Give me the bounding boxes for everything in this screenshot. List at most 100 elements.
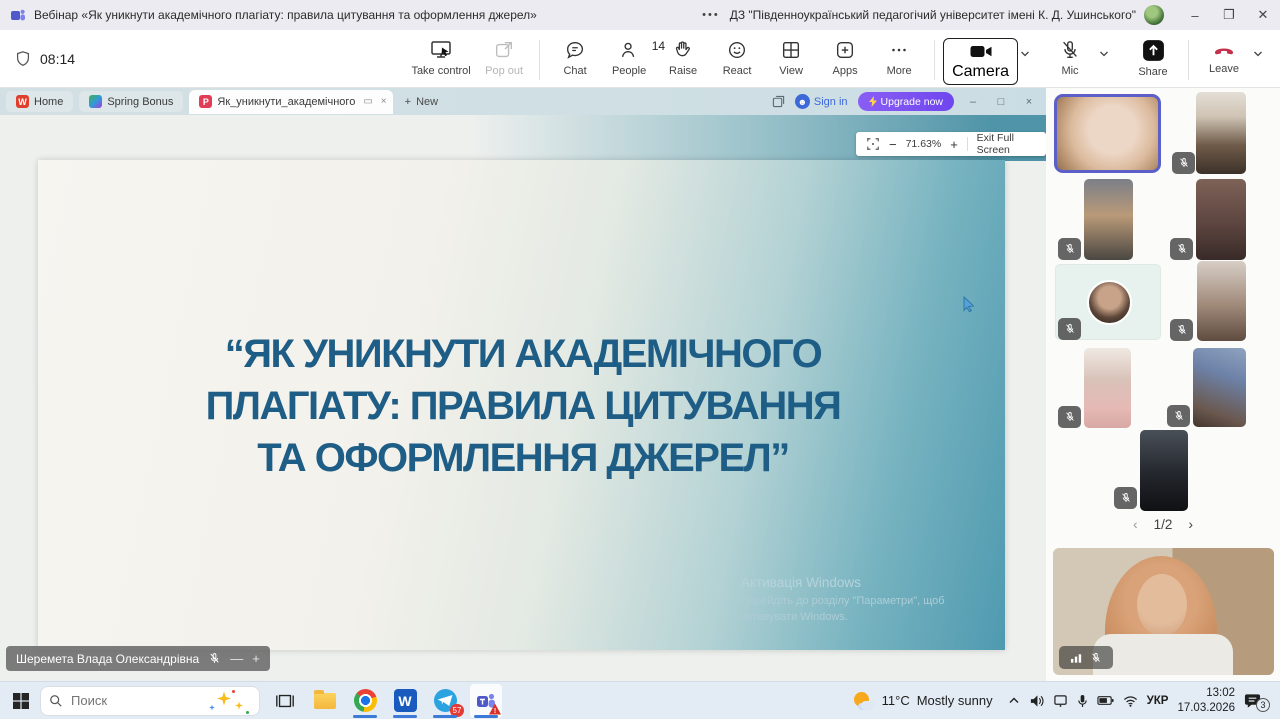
chat-button[interactable]: Chat	[548, 38, 602, 77]
participant-video[interactable]	[1084, 179, 1133, 260]
browser-close-icon[interactable]: ×	[1020, 96, 1038, 108]
windows-taskbar: W 57 ! 11°C Mostly sunny	[0, 681, 1280, 719]
tray-date: 17.03.2026	[1177, 701, 1235, 715]
volume-icon[interactable]	[1029, 694, 1044, 708]
mic-label: Mic	[1061, 65, 1078, 77]
clock-widget[interactable]: 13:02 17.03.2026	[1177, 686, 1235, 715]
weather-temp: 11°C	[882, 693, 910, 708]
weather-widget[interactable]: 11°C Mostly sunny	[853, 690, 993, 712]
notification-center-button[interactable]: 3	[1244, 690, 1270, 712]
apps-label: Apps	[833, 65, 858, 77]
teams-button[interactable]: !	[470, 684, 502, 718]
leave-button[interactable]: Leave	[1197, 38, 1251, 75]
pill-plus-button[interactable]: +	[252, 651, 260, 666]
telegram-button[interactable]: 57	[430, 684, 460, 718]
tab-spring-bonus[interactable]: Spring Bonus	[79, 91, 183, 112]
overflow-icon[interactable]: •••	[702, 9, 720, 21]
battery-icon[interactable]	[1097, 695, 1114, 706]
pager-next-icon[interactable]: ›	[1188, 516, 1193, 532]
window-title: Вебінар «Як уникнути академічного плагіа…	[34, 8, 537, 22]
word-button[interactable]: W	[390, 684, 420, 718]
mic-button[interactable]: Mic	[1043, 38, 1097, 77]
camera-button[interactable]: Camera	[943, 38, 1018, 85]
view-button[interactable]: View	[764, 38, 818, 77]
participant-video[interactable]	[1197, 261, 1246, 341]
word-icon: W	[394, 689, 417, 712]
zoom-out-button[interactable]: −	[889, 137, 897, 152]
pop-out-button: Pop out	[477, 38, 531, 77]
participant-mic-muted-icon	[1058, 238, 1081, 260]
tray-expand-icon[interactable]	[1008, 695, 1020, 707]
camera-chevron-icon[interactable]	[1019, 48, 1031, 60]
exit-full-screen-button[interactable]: Exit Full Screen	[977, 132, 1036, 156]
apps-icon	[834, 38, 856, 62]
camera-label: Camera	[952, 63, 1009, 81]
restore-button[interactable]: ❐	[1212, 0, 1246, 30]
weather-desc: Mostly sunny	[917, 693, 993, 708]
fit-screen-icon[interactable]	[866, 137, 880, 151]
tab-preview-icon[interactable]: ▭	[363, 96, 372, 107]
participant-mic-muted-icon	[1170, 238, 1193, 260]
language-indicator[interactable]: УКР	[1147, 695, 1169, 707]
sign-in-avatar-icon: ☻	[795, 94, 810, 109]
participant-video[interactable]	[1196, 179, 1246, 260]
leave-label: Leave	[1209, 63, 1239, 75]
taskbar-search[interactable]	[40, 686, 260, 716]
minimize-button[interactable]: –	[1178, 0, 1212, 30]
self-view-video[interactable]	[1053, 548, 1274, 675]
tab-home[interactable]: W Home	[6, 91, 73, 112]
zoom-in-button[interactable]: +	[950, 137, 958, 152]
tab-close-icon[interactable]: ×	[381, 96, 387, 107]
participant-video[interactable]	[1196, 92, 1246, 174]
close-button[interactable]: ✕	[1246, 0, 1280, 30]
participant-mic-muted-icon	[1167, 405, 1190, 427]
participant-mic-muted-icon	[1058, 406, 1081, 428]
search-input[interactable]	[71, 693, 181, 708]
apps-button[interactable]: Apps	[818, 38, 872, 77]
pager-prev-icon[interactable]: ‹	[1133, 516, 1138, 532]
share-button[interactable]: Share	[1126, 38, 1180, 78]
take-control-button[interactable]: Take control	[405, 38, 477, 77]
wifi-icon[interactable]	[1123, 695, 1138, 707]
browser-maximize-icon[interactable]: □	[992, 96, 1010, 108]
leave-chevron-icon[interactable]	[1252, 48, 1264, 60]
participant-video[interactable]	[1084, 348, 1131, 428]
tab-document-active[interactable]: P Як_уникнути_академічного ▭ ×	[189, 90, 392, 114]
participant-video[interactable]	[1193, 348, 1246, 427]
tray-mic-icon[interactable]	[1077, 694, 1088, 708]
spring-bonus-icon	[89, 95, 102, 108]
tab-bonus-label: Spring Bonus	[107, 96, 173, 108]
start-button[interactable]	[12, 692, 30, 710]
task-view-button[interactable]	[270, 684, 300, 718]
new-tab-button[interactable]: + New	[405, 96, 438, 108]
camera-icon	[968, 41, 994, 63]
mic-chevron-icon[interactable]	[1098, 48, 1110, 60]
browser-minimize-icon[interactable]: –	[964, 96, 982, 108]
more-button[interactable]: More	[872, 38, 926, 77]
sign-in-button[interactable]: ☻ Sign in	[795, 94, 848, 109]
zoom-toolbar: − 71.63% + Exit Full Screen	[856, 132, 1046, 156]
browser-tabbar: W Home Spring Bonus P Як_уникнути_академ…	[0, 88, 1046, 115]
upgrade-button[interactable]: Upgrade now	[858, 92, 954, 111]
participant-video-active-speaker[interactable]	[1054, 94, 1161, 173]
chrome-button[interactable]	[350, 684, 380, 718]
react-button[interactable]: React	[710, 38, 764, 77]
account-avatar[interactable]	[1144, 5, 1164, 25]
copilot-sparkle-icon	[209, 705, 215, 711]
participant-video[interactable]	[1140, 430, 1188, 511]
sign-in-label: Sign in	[814, 96, 848, 108]
participant-mic-muted-icon	[1114, 487, 1137, 509]
chat-icon	[564, 38, 586, 62]
view-icon	[780, 38, 802, 62]
shared-screen: W Home Spring Bonus P Як_уникнути_академ…	[0, 88, 1046, 681]
slide-title: “ЯК УНИКНУТИ АКАДЕМІЧНОГО ПЛАГІАТУ: ПРАВ…	[178, 328, 868, 484]
pill-minus-button[interactable]: —	[230, 651, 243, 666]
react-label: React	[723, 65, 752, 77]
sparkle-dot	[246, 711, 249, 714]
people-button[interactable]: 14 People	[602, 38, 656, 77]
tab-stack-icon[interactable]	[772, 95, 785, 108]
share-icon	[1141, 38, 1166, 63]
tab-document-label: Як_уникнути_академічного	[217, 96, 355, 108]
file-explorer-button[interactable]	[310, 684, 340, 718]
cast-display-icon[interactable]	[1053, 694, 1068, 707]
